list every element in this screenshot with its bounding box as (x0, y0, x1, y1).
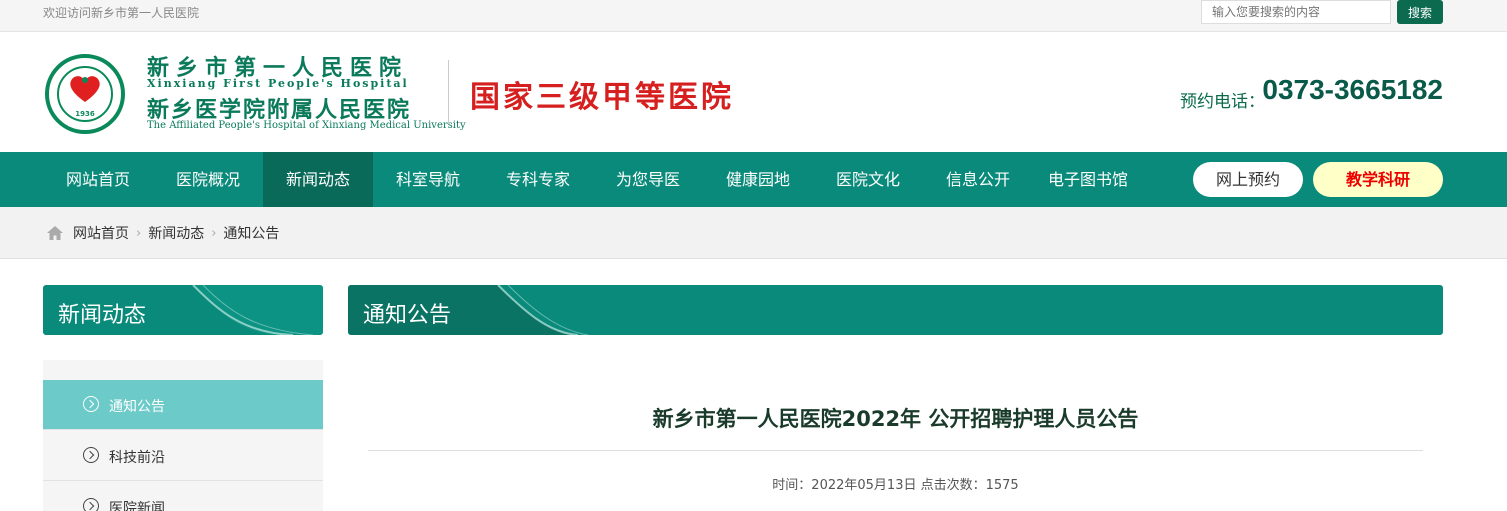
breadcrumb: 网站首页 › 新闻动态 › 通知公告 (0, 207, 1507, 259)
hospital-name-en: Xinxiang First People's Hospital (147, 77, 409, 90)
sidebar-title: 新闻动态 (58, 303, 147, 328)
search-button[interactable]: 搜索 (1397, 0, 1443, 24)
search-input[interactable] (1201, 0, 1391, 24)
phone-label: 预约电话： (1180, 92, 1265, 112)
nav-item-experts[interactable]: 专科专家 (483, 152, 593, 207)
header-divider (448, 60, 449, 124)
chevron-right-icon: › (136, 225, 142, 241)
breadcrumb-current: 通知公告 (223, 226, 280, 242)
nav-item-home[interactable]: 网站首页 (43, 152, 153, 207)
hospital-logo[interactable]: 1936 (45, 54, 125, 134)
title-divider (368, 450, 1423, 451)
chevron-circle-icon (83, 447, 99, 463)
breadcrumb-home[interactable]: 网站首页 (73, 223, 129, 243)
sidebar-item-label: 科技前沿 (109, 450, 165, 466)
welcome-text: 欢迎访问新乡市第一人民医院 (43, 6, 200, 20)
nav-item-library[interactable]: 电子图书馆 (1033, 152, 1143, 207)
nav-item-news[interactable]: 新闻动态 (263, 152, 373, 207)
nav-item-health[interactable]: 健康园地 (703, 152, 813, 207)
main-section-header: 通知公告 (348, 285, 1443, 335)
wave-decoration (348, 285, 589, 335)
site-header: 1936 新乡市第一人民医院 Xinxiang First People's H… (0, 32, 1507, 152)
article-meta: 时间：2022年05月13日 点击次数：1575 (772, 478, 1019, 493)
article-title: 新乡市第一人民医院2022年 公开招聘护理人员公告 (652, 407, 1139, 431)
heart-icon (70, 76, 100, 102)
sidebar-item-tech[interactable]: 科技前沿 (43, 431, 323, 481)
online-appointment-button[interactable]: 网上预约 (1193, 162, 1303, 197)
chevron-circle-icon (83, 396, 99, 412)
top-bar: 欢迎访问新乡市第一人民医院 搜索 (0, 0, 1507, 32)
sidebar-item-label: 医院新闻 (109, 501, 165, 511)
nav-item-overview[interactable]: 医院概况 (153, 152, 263, 207)
nav-item-info[interactable]: 信息公开 (923, 152, 1033, 207)
main-nav: 网站首页 医院概况 新闻动态 科室导航 专科专家 为您导医 健康园地 医院文化 … (0, 152, 1507, 207)
sidebar-menu: 通知公告 科技前沿 医院新闻 (43, 360, 323, 511)
sidebar-item-hospital-news[interactable]: 医院新闻 (43, 482, 323, 511)
breadcrumb-news[interactable]: 新闻动态 (148, 223, 204, 243)
sidebar-header: 新闻动态 (43, 285, 323, 335)
home-icon (47, 226, 63, 240)
main-section-title: 通知公告 (363, 303, 452, 328)
teaching-research-button[interactable]: 教学科研 (1313, 162, 1443, 197)
hospital-grade: 国家三级甲等医院 (470, 80, 734, 115)
affiliate-name-en: The Affiliated People's Hospital of Xinx… (147, 120, 466, 131)
nav-item-guide[interactable]: 为您导医 (593, 152, 703, 207)
sidebar-item-label: 通知公告 (109, 399, 165, 415)
sidebar-item-notices[interactable]: 通知公告 (43, 380, 323, 430)
nav-item-culture[interactable]: 医院文化 (813, 152, 923, 207)
nav-item-departments[interactable]: 科室导航 (373, 152, 483, 207)
phone-number: 0373-3665182 (1262, 74, 1443, 105)
logo-year: 1936 (75, 110, 95, 118)
chevron-circle-icon (83, 498, 99, 511)
chevron-right-icon: › (211, 225, 217, 241)
